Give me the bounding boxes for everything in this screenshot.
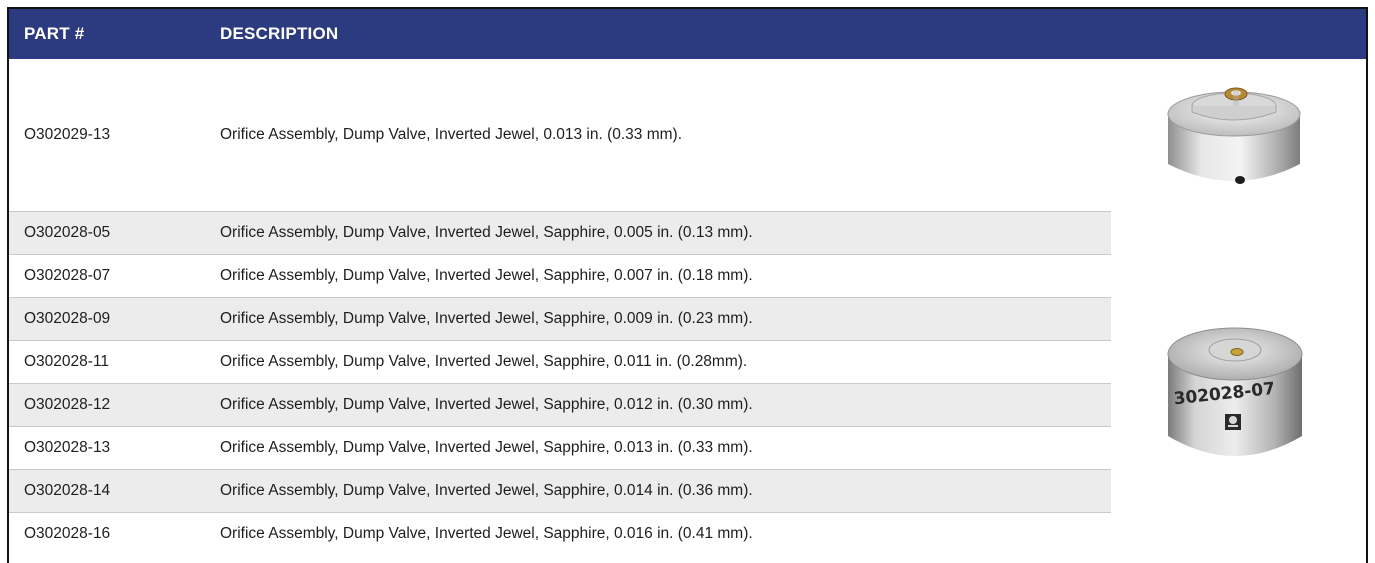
part-number: O302028-12 [24, 396, 111, 413]
part-description: Orifice Assembly, Dump Valve, Inverted J… [220, 439, 753, 456]
table-row: O302028-11 Orifice Assembly, Dump Valve,… [9, 340, 1111, 383]
table-row: O302028-07 Orifice Assembly, Dump Valve,… [9, 254, 1111, 297]
table-row: O302028-05 Orifice Assembly, Dump Valve,… [9, 211, 1111, 254]
part-number: O302029-13 [24, 126, 111, 143]
part-number: O302028-11 [24, 353, 110, 370]
part-description: Orifice Assembly, Dump Valve, Inverted J… [220, 267, 753, 284]
table-row: O302029-13 Orifice Assembly, Dump Valve,… [9, 59, 1111, 211]
header-description: DESCRIPTION [220, 24, 339, 43]
part-number: O302028-13 [24, 439, 111, 456]
orifice-assembly-engraved-photo: 302028-07 [1167, 327, 1303, 456]
logo-icon [1225, 414, 1241, 430]
part-number: O302028-09 [24, 310, 111, 327]
part-number: O302028-16 [24, 525, 111, 542]
table-row: O302028-12 Orifice Assembly, Dump Valve,… [9, 383, 1111, 426]
part-description: Orifice Assembly, Dump Valve, Inverted J… [220, 126, 683, 143]
table-body: O302029-13 Orifice Assembly, Dump Valve,… [9, 59, 1111, 555]
part-description: Orifice Assembly, Dump Valve, Inverted J… [220, 396, 753, 413]
parts-table-frame: PART # DESCRIPTION O302029-13 Orifice As… [7, 7, 1368, 563]
part-description: Orifice Assembly, Dump Valve, Inverted J… [220, 353, 748, 370]
part-number: O302028-07 [24, 267, 111, 284]
table-row: O302028-16 Orifice Assembly, Dump Valve,… [9, 512, 1111, 555]
part-description: Orifice Assembly, Dump Valve, Inverted J… [220, 310, 753, 327]
header-part-number: PART # [24, 24, 85, 43]
table-header: PART # DESCRIPTION [9, 9, 1366, 59]
part-description: Orifice Assembly, Dump Valve, Inverted J… [220, 224, 753, 241]
part-number: O302028-05 [24, 224, 111, 241]
part-description: Orifice Assembly, Dump Valve, Inverted J… [220, 525, 753, 542]
table-row: O302028-14 Orifice Assembly, Dump Valve,… [9, 469, 1111, 512]
table-row: O302028-09 Orifice Assembly, Dump Valve,… [9, 297, 1111, 340]
table-row: O302028-13 Orifice Assembly, Dump Valve,… [9, 426, 1111, 469]
orifice-assembly-photo [1167, 87, 1301, 184]
part-description: Orifice Assembly, Dump Valve, Inverted J… [220, 482, 753, 499]
part-number: O302028-14 [24, 482, 111, 499]
